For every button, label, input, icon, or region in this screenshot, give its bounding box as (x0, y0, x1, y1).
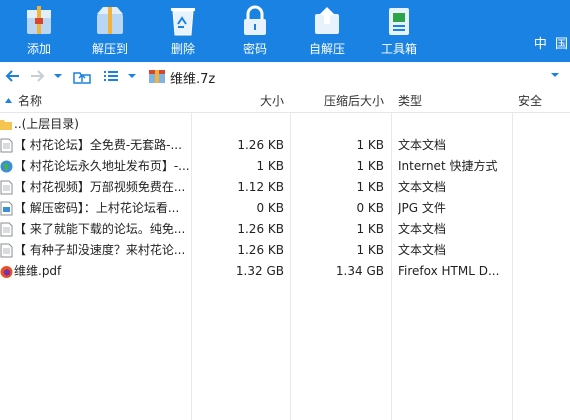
text-file-icon (0, 222, 13, 237)
view-dropdown-icon[interactable] (126, 67, 138, 85)
column-header-type[interactable]: 类型 (398, 90, 510, 112)
address-dropdown-icon[interactable] (550, 70, 560, 80)
list-item[interactable]: 【 解压密码】：上村花论坛看... 0 KB 0 KB JPG 文件 (0, 198, 570, 219)
extract-box-icon (97, 7, 123, 34)
file-name: ..(上层目录) (14, 117, 79, 131)
delete-label: 删除 (170, 42, 195, 56)
file-type: Internet 快捷方式 (398, 159, 498, 173)
file-name: 【 村花视频】万部视频免费在... (14, 180, 186, 194)
file-packed-size: 0 KB (356, 201, 384, 215)
recycle-bin-icon (171, 8, 195, 36)
file-type: 文本文档 (398, 222, 447, 236)
lock-icon (244, 5, 266, 35)
file-packed-size (292, 114, 384, 135)
file-packed-size: 1 KB (356, 222, 384, 236)
file-type: 文本文档 (398, 243, 447, 257)
main-toolbar: 添加 解压到 删除 密码 自解压 工具箱 中 国 (0, 0, 570, 62)
file-packed-size: 1 KB (356, 243, 384, 257)
list-item[interactable]: 【 村花论坛】全免费-无套路-... 1.26 KB 1 KB 文本文档 (0, 135, 570, 156)
file-size: 1.26 KB (237, 222, 284, 236)
archive-box-icon (27, 6, 51, 34)
file-size: 1 KB (256, 159, 284, 173)
list-item[interactable]: 维维.pdf 1.32 GB 1.34 GB Firefox HTML D... (0, 261, 570, 282)
extract-to-label: 解压到 (91, 42, 128, 56)
image-file-icon (0, 201, 13, 216)
file-name: 维维.pdf (14, 264, 62, 278)
folder-icon (0, 120, 12, 130)
firefox-pdf-icon (0, 266, 13, 278)
sort-up-icon (5, 98, 12, 103)
text-file-icon (0, 138, 13, 153)
password-label: 密码 (242, 42, 267, 56)
file-type: JPG 文件 (398, 201, 446, 215)
file-size: 1.12 KB (237, 180, 284, 194)
extract-to-button[interactable]: 解压到 (80, 0, 140, 62)
file-name: 【 有种子却没速度？来村花论... (14, 243, 186, 257)
column-header-name[interactable]: 名称 (18, 90, 188, 112)
file-type (398, 114, 510, 135)
add-button[interactable]: 添加 (9, 0, 69, 62)
file-type: 文本文档 (398, 138, 447, 152)
column-header-size[interactable]: 大小 (192, 90, 284, 112)
file-list: 名称 大小 压缩后大小 类型 安全 ..(上层目录) 【 村花论坛】全免费-无套… (0, 90, 570, 420)
self-extract-label: 自解压 (308, 42, 345, 56)
text-file-icon (0, 243, 13, 258)
file-size (192, 114, 284, 135)
file-packed-size: 1 KB (356, 159, 384, 173)
file-size: 1.26 KB (237, 243, 284, 257)
file-name: 【 解压密码】：上村花论坛看... (14, 201, 180, 215)
up-folder-icon[interactable] (72, 67, 92, 85)
toolbox-icon (389, 8, 409, 35)
archive-path-text[interactable]: 维维.7z (170, 68, 215, 87)
file-type: Firefox HTML D... (398, 264, 500, 278)
file-size: 0 KB (256, 201, 284, 215)
language-label[interactable]: 中 国 (534, 33, 570, 52)
list-header: 名称 大小 压缩后大小 类型 安全 (0, 90, 570, 113)
internet-shortcut-icon (0, 160, 13, 173)
list-item[interactable]: 【 有种子却没速度？来村花论... 1.26 KB 1 KB 文本文档 (0, 240, 570, 261)
toolbox-button[interactable]: 工具箱 (369, 0, 429, 62)
text-file-icon (0, 180, 13, 195)
self-extract-button[interactable]: 自解压 (297, 0, 357, 62)
archive-file-icon (149, 70, 165, 83)
back-arrow-icon[interactable] (4, 67, 22, 85)
file-type: 文本文档 (398, 180, 447, 194)
file-name: 【 村花论坛】全免费-无套路-... (14, 138, 182, 152)
self-extract-icon (315, 7, 339, 34)
file-packed-size: 1 KB (356, 138, 384, 152)
file-name: 【 来了就能下载的论坛。纯免... (14, 222, 186, 236)
forward-arrow-icon[interactable] (28, 67, 46, 85)
delete-button[interactable]: 删除 (153, 0, 213, 62)
list-item[interactable]: 【 村花视频】万部视频免费在... 1.12 KB 1 KB 文本文档 (0, 177, 570, 198)
file-name: 【 村花论坛永久地址发布页】-... (14, 159, 190, 173)
list-item[interactable]: 【 来了就能下载的论坛。纯免... 1.26 KB 1 KB 文本文档 (0, 219, 570, 240)
toolbox-label: 工具箱 (380, 42, 417, 56)
history-dropdown-icon[interactable] (52, 67, 64, 85)
column-header-security[interactable]: 安全 (518, 90, 568, 112)
view-list-icon[interactable] (102, 67, 120, 85)
file-packed-size: 1.34 GB (335, 264, 384, 278)
address-bar: 维维.7z (0, 62, 570, 91)
list-item[interactable]: 【 村花论坛永久地址发布页】-... 1 KB 1 KB Internet 快捷… (0, 156, 570, 177)
file-size: 1.32 GB (235, 264, 284, 278)
column-header-packed-size[interactable]: 压缩后大小 (292, 90, 384, 112)
file-packed-size: 1 KB (356, 180, 384, 194)
list-item-parent-dir[interactable]: ..(上层目录) (0, 114, 570, 135)
file-size: 1.26 KB (237, 138, 284, 152)
password-button[interactable]: 密码 (225, 0, 285, 62)
add-label: 添加 (26, 42, 51, 56)
